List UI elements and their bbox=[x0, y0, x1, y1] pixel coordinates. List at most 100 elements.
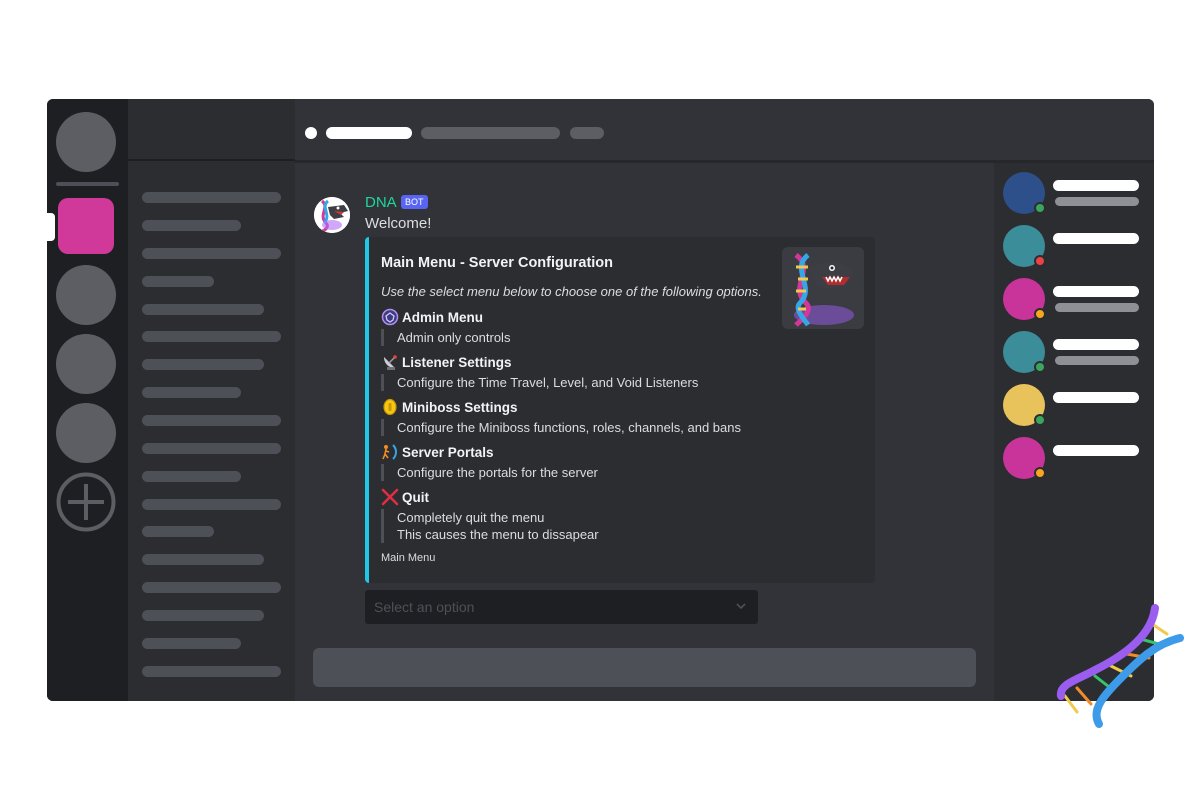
field-line: Configure the portals for the server bbox=[397, 465, 598, 480]
status-indicator bbox=[1034, 361, 1046, 373]
member-name-placeholder bbox=[1053, 180, 1139, 191]
status-indicator bbox=[1034, 467, 1046, 479]
channel-placeholder[interactable] bbox=[142, 638, 241, 649]
field-value: Configure the Miniboss functions, roles,… bbox=[381, 419, 741, 436]
channel-placeholder[interactable] bbox=[142, 331, 281, 342]
field-name: Server Portals bbox=[402, 444, 494, 460]
field-name: Miniboss Settings bbox=[402, 399, 518, 415]
server-rail bbox=[47, 99, 128, 701]
field-value: Configure the Time Travel, Level, and Vo… bbox=[381, 374, 698, 391]
server-icon-active[interactable] bbox=[58, 198, 114, 254]
field-name: Listener Settings bbox=[402, 354, 512, 370]
channel-sidebar bbox=[128, 99, 295, 701]
message-author[interactable]: DNA bbox=[365, 194, 397, 211]
server-icon[interactable] bbox=[56, 265, 116, 325]
member-activity-placeholder bbox=[1055, 197, 1139, 206]
red-x-icon bbox=[381, 488, 399, 506]
member-name-placeholder bbox=[1053, 233, 1139, 244]
field-name: Admin Menu bbox=[402, 309, 483, 325]
member-name-placeholder bbox=[1053, 445, 1139, 456]
channel-placeholder[interactable] bbox=[142, 666, 281, 677]
dino-dna-avatar-icon bbox=[314, 197, 350, 233]
channel-placeholder[interactable] bbox=[142, 220, 241, 231]
channel-placeholder[interactable] bbox=[142, 359, 264, 370]
message-content: Welcome! bbox=[365, 215, 432, 232]
portal-icon bbox=[381, 443, 399, 461]
server-header[interactable] bbox=[128, 99, 295, 161]
channel-placeholder[interactable] bbox=[142, 554, 264, 565]
member-item[interactable] bbox=[1003, 331, 1143, 375]
field-value: Completely quit the menu This causes the… bbox=[381, 509, 599, 543]
embed-field-listener-settings: Listener Settings Configure the Time Tra… bbox=[381, 353, 698, 391]
channel-placeholder[interactable] bbox=[142, 582, 281, 593]
option-select-menu[interactable]: Select an option bbox=[365, 590, 758, 624]
embed-field-miniboss-settings: Miniboss Settings Configure the Miniboss… bbox=[381, 398, 741, 436]
add-server-button[interactable] bbox=[56, 472, 116, 532]
plus-circle-icon bbox=[56, 472, 116, 532]
chevron-down-icon bbox=[734, 599, 748, 613]
embed-thumbnail bbox=[782, 247, 864, 329]
embed-title: Main Menu - Server Configuration bbox=[381, 255, 614, 271]
embed-footer: Main Menu bbox=[381, 552, 436, 564]
active-server-indicator bbox=[47, 213, 55, 241]
member-item[interactable] bbox=[1003, 384, 1143, 428]
channel-placeholder[interactable] bbox=[142, 192, 281, 203]
admin-shield-icon bbox=[381, 308, 399, 326]
member-activity-placeholder bbox=[1055, 356, 1139, 365]
status-indicator bbox=[1034, 255, 1046, 267]
channel-topic-placeholder bbox=[421, 127, 560, 139]
field-line: This causes the menu to dissapear bbox=[397, 527, 599, 542]
channel-placeholder[interactable] bbox=[142, 610, 264, 621]
channel-placeholder[interactable] bbox=[142, 526, 214, 537]
bot-avatar[interactable] bbox=[314, 197, 350, 233]
channel-name-placeholder bbox=[326, 127, 412, 139]
channel-topbar bbox=[295, 99, 1154, 163]
dna-helix-decoration bbox=[1055, 600, 1190, 735]
dna-helix-icon bbox=[1056, 604, 1184, 728]
gold-coin-icon bbox=[381, 398, 399, 416]
channel-placeholder[interactable] bbox=[142, 443, 281, 454]
member-item[interactable] bbox=[1003, 278, 1143, 322]
status-indicator bbox=[1034, 414, 1046, 426]
channel-placeholder[interactable] bbox=[142, 471, 241, 482]
member-item[interactable] bbox=[1003, 437, 1143, 481]
discord-window: DNA BOT Welcome! Main Menu - Server Conf… bbox=[47, 99, 1154, 701]
topbar-placeholder bbox=[570, 127, 604, 139]
rail-divider bbox=[56, 182, 119, 186]
field-value: Configure the portals for the server bbox=[381, 464, 598, 481]
dino-dna-thumbnail-icon bbox=[794, 252, 854, 327]
channel-placeholder[interactable] bbox=[142, 415, 281, 426]
channel-placeholder[interactable] bbox=[142, 304, 264, 315]
field-name: Quit bbox=[402, 489, 429, 505]
select-placeholder: Select an option bbox=[374, 599, 475, 615]
channel-placeholder[interactable] bbox=[142, 276, 214, 287]
field-value: Admin only controls bbox=[381, 329, 510, 346]
message-input[interactable] bbox=[313, 648, 976, 687]
bot-badge: BOT bbox=[401, 195, 428, 209]
server-icon-home[interactable] bbox=[56, 112, 116, 172]
message-embed: Main Menu - Server Configuration Use the… bbox=[365, 237, 875, 583]
field-line: Admin only controls bbox=[397, 330, 511, 345]
server-icon[interactable] bbox=[56, 403, 116, 463]
field-line: Configure the Miniboss functions, roles,… bbox=[397, 420, 741, 435]
channel-placeholder[interactable] bbox=[142, 499, 281, 510]
member-item[interactable] bbox=[1003, 172, 1143, 216]
member-name-placeholder bbox=[1053, 392, 1139, 403]
field-line: Completely quit the menu bbox=[397, 510, 545, 525]
status-indicator bbox=[1034, 308, 1046, 320]
member-item[interactable] bbox=[1003, 225, 1143, 269]
member-name-placeholder bbox=[1053, 339, 1139, 350]
channel-placeholder[interactable] bbox=[142, 248, 281, 259]
embed-field-quit: Quit Completely quit the menu This cause… bbox=[381, 488, 599, 543]
channel-placeholder[interactable] bbox=[142, 387, 241, 398]
member-name-placeholder bbox=[1053, 286, 1139, 297]
embed-description: Use the select menu below to choose one … bbox=[381, 284, 762, 299]
server-icon[interactable] bbox=[56, 334, 116, 394]
field-line: Configure the Time Travel, Level, and Vo… bbox=[397, 375, 699, 390]
satellite-dish-icon bbox=[381, 353, 399, 371]
embed-field-server-portals: Server Portals Configure the portals for… bbox=[381, 443, 598, 481]
channel-hash-icon bbox=[305, 127, 317, 139]
embed-field-admin-menu: Admin Menu Admin only controls bbox=[381, 308, 510, 346]
status-indicator bbox=[1034, 202, 1046, 214]
member-activity-placeholder bbox=[1055, 303, 1139, 312]
